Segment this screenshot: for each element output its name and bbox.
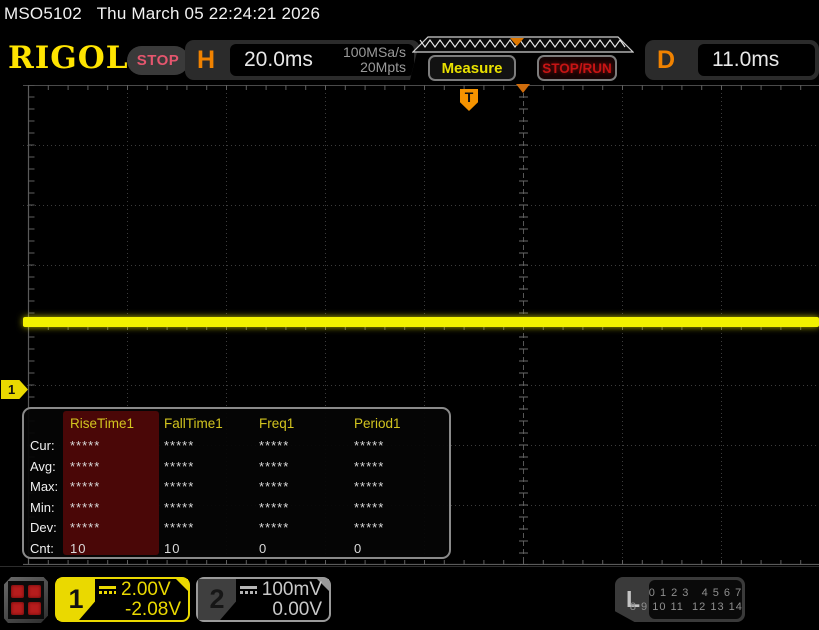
- row-label: Min:: [30, 498, 58, 519]
- cell-value: 0: [259, 539, 294, 560]
- measurement-column-freq[interactable]: Freq1 ***** ***** ***** ***** ***** 0: [259, 409, 294, 557]
- sample-rate: 100MSa/s: [343, 45, 406, 60]
- cell-value: *****: [354, 457, 401, 478]
- channel1-scale: 2.00V: [121, 580, 171, 600]
- menu-grid-icon: [8, 581, 44, 619]
- measurement-column-period[interactable]: Period1 ***** ***** ***** ***** ***** 0: [354, 409, 401, 557]
- channel2-values: 100mV 0.00V: [240, 580, 322, 620]
- row-label: Cur:: [30, 436, 58, 457]
- cell-value: *****: [164, 477, 223, 498]
- title-bar: MSO5102 Thu March 05 22:24:21 2026: [4, 4, 320, 24]
- horizontal-panel[interactable]: H 20.0ms 100MSa/s 20Mpts: [185, 40, 420, 80]
- timebase-value: 20.0ms: [244, 48, 313, 72]
- cell-value: *****: [354, 518, 401, 539]
- row-label: Dev:: [30, 518, 58, 539]
- cell-value: *****: [354, 477, 401, 498]
- channel2-scale: 100mV: [262, 580, 322, 600]
- dc-coupling-icon: [240, 586, 257, 594]
- cell-value: *****: [164, 436, 223, 457]
- cell-value: 0: [354, 539, 401, 560]
- delay-label: D: [657, 46, 675, 75]
- bottom-divider: [0, 566, 819, 567]
- trigger-position-icon[interactable]: [516, 84, 530, 93]
- measurement-table: Cur: Avg: Max: Min: Dev: Cnt: RiseTime1 …: [22, 407, 451, 559]
- column-header: RiseTime1: [70, 409, 134, 436]
- delay-inner: 11.0ms: [698, 44, 815, 76]
- delay-panel[interactable]: D 11.0ms: [645, 40, 819, 80]
- row-label: Cnt:: [30, 539, 58, 560]
- channel1-offset: -2.08V: [99, 600, 181, 620]
- run-state-badge: STOP: [127, 46, 189, 75]
- measurement-column-falltime[interactable]: FallTime1 ***** ***** ***** ***** ***** …: [164, 409, 223, 557]
- cell-value: *****: [70, 498, 134, 519]
- cell-value: *****: [164, 498, 223, 519]
- acquisition-info: 100MSa/s 20Mpts: [343, 45, 406, 75]
- channel1-values: 2.00V -2.08V: [99, 580, 181, 620]
- cell-value: *****: [354, 498, 401, 519]
- channel2-number: 2: [198, 579, 236, 620]
- channel1-badge[interactable]: 1 2.00V -2.08V: [55, 577, 190, 622]
- channel2-badge[interactable]: 2 100mV 0.00V: [196, 577, 331, 622]
- cell-value: *****: [259, 457, 294, 478]
- cell-value: *****: [164, 457, 223, 478]
- rigol-logo: RIGOL: [8, 40, 129, 76]
- measurement-row-labels: Cur: Avg: Max: Min: Dev: Cnt:: [30, 409, 58, 557]
- dc-coupling-icon: [99, 586, 116, 594]
- cell-value: *****: [164, 518, 223, 539]
- cell-value: 10: [164, 539, 223, 560]
- cell-value: *****: [70, 518, 134, 539]
- column-header: Freq1: [259, 409, 294, 436]
- cell-value: *****: [259, 436, 294, 457]
- cell-value: *****: [259, 498, 294, 519]
- cell-value: *****: [70, 477, 134, 498]
- oscilloscope-screen: MSO5102 Thu March 05 22:24:21 2026 RIGOL…: [0, 0, 819, 630]
- channel1-trace[interactable]: [23, 317, 819, 327]
- digital-channels-row2: 8 9 10 11 12 13 14 15: [630, 600, 761, 614]
- cell-value: *****: [259, 477, 294, 498]
- cell-value: *****: [70, 457, 134, 478]
- cell-value: *****: [70, 436, 134, 457]
- channel1-number: 1: [57, 579, 95, 620]
- model-label: MSO5102: [4, 4, 82, 23]
- datetime-label: Thu March 05 22:24:21 2026: [97, 4, 321, 23]
- cell-value: *****: [259, 518, 294, 539]
- stop-run-button[interactable]: STOP/RUN: [537, 55, 617, 81]
- digital-channel-list: 0 1 2 3 4 5 6 7 8 9 10 11 12 13 14 15: [649, 580, 742, 619]
- column-header: FallTime1: [164, 409, 223, 436]
- channel2-offset: 0.00V: [240, 600, 322, 620]
- column-header: Period1: [354, 409, 401, 436]
- menu-grid-button[interactable]: [4, 577, 48, 623]
- measure-button[interactable]: Measure: [428, 55, 516, 81]
- delay-value: 11.0ms: [712, 48, 779, 72]
- row-label: Avg:: [30, 457, 58, 478]
- digital-channels-row1: 0 1 2 3 4 5 6 7: [649, 586, 742, 600]
- memory-overview-bar[interactable]: [412, 36, 634, 53]
- row-label: Max:: [30, 477, 58, 498]
- horizontal-inner: 20.0ms 100MSa/s 20Mpts: [230, 44, 414, 76]
- logic-analyzer-badge[interactable]: L 0 1 2 3 4 5 6 7 8 9 10 11 12 13 14 15: [615, 577, 745, 622]
- cell-value: 10: [70, 539, 134, 560]
- horizontal-label: H: [197, 46, 215, 75]
- memory-depth: 20Mpts: [343, 60, 406, 75]
- cell-value: *****: [354, 436, 401, 457]
- measurement-column-risetime[interactable]: RiseTime1 ***** ***** ***** ***** ***** …: [70, 409, 134, 557]
